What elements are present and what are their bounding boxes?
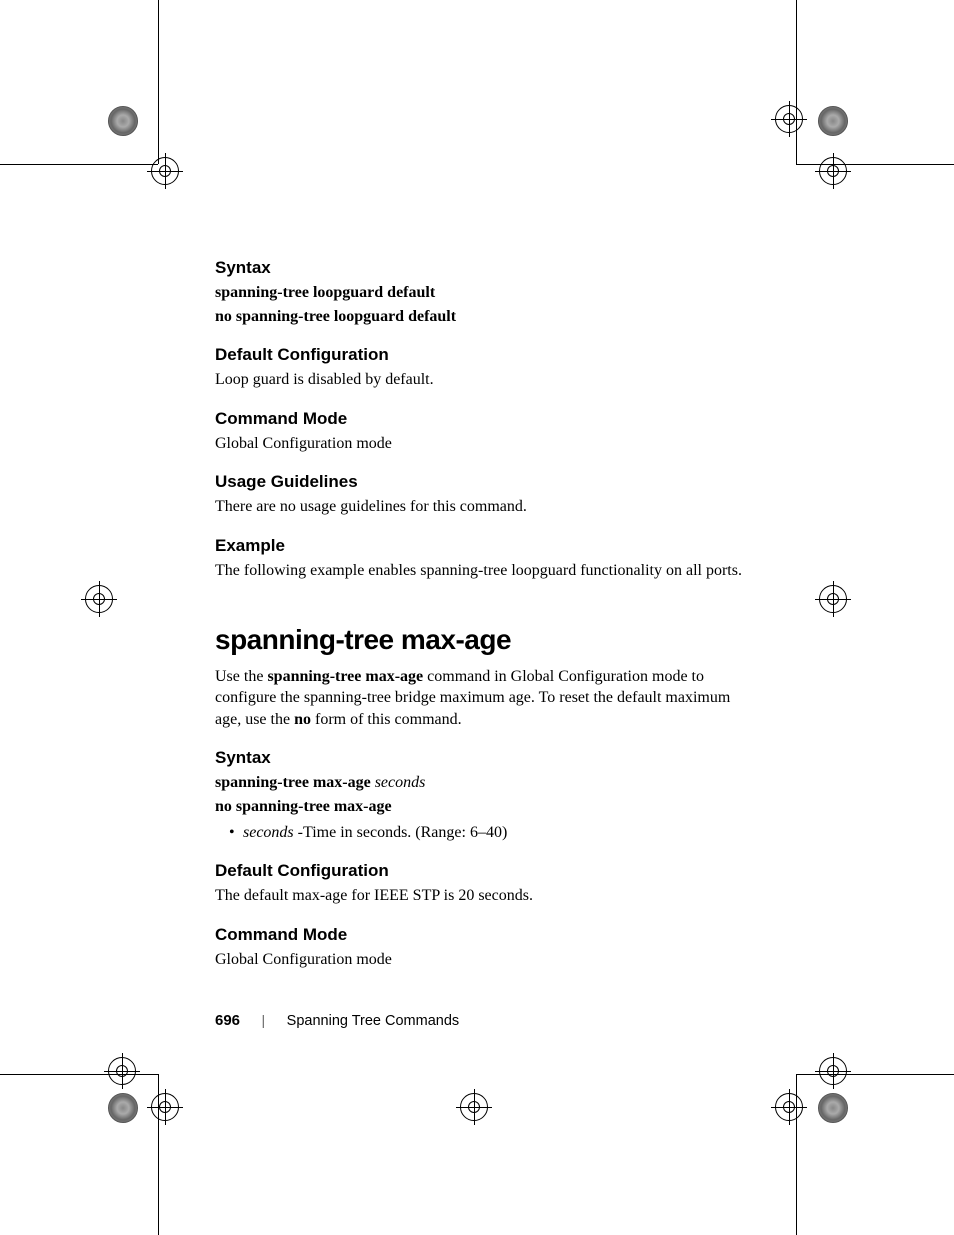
heading-example: Example xyxy=(215,536,745,556)
heading-command-mode: Command Mode xyxy=(215,409,745,429)
text-fragment: Use the xyxy=(215,668,267,685)
body-text: The default max-age for IEEE STP is 20 s… xyxy=(215,885,745,907)
body-text: Loop guard is disabled by default. xyxy=(215,369,745,391)
body-text: Global Configuration mode xyxy=(215,949,745,971)
command-name: spanning-tree max-age xyxy=(267,668,423,685)
syntax-line: no spanning-tree loopguard default xyxy=(215,306,745,328)
footer-section-name: Spanning Tree Commands xyxy=(287,1013,460,1029)
param-seconds: seconds xyxy=(375,774,426,791)
text-fragment: -Time in seconds. (Range: 6–40) xyxy=(298,824,508,841)
param-seconds: seconds xyxy=(243,824,298,841)
body-text: The following example enables spanning-t… xyxy=(215,560,745,582)
page-content: Syntax spanning-tree loopguard default n… xyxy=(215,258,745,972)
heading-syntax: Syntax xyxy=(215,258,745,278)
heading-default-config: Default Configuration xyxy=(215,345,745,365)
section-title: spanning-tree max-age xyxy=(215,624,745,656)
body-text: There are no usage guidelines for this c… xyxy=(215,496,745,518)
body-text: Global Configuration mode xyxy=(215,433,745,455)
bullet-item: seconds -Time in seconds. (Range: 6–40) xyxy=(215,822,745,844)
page-number: 696 xyxy=(215,1012,240,1029)
heading-usage-guidelines: Usage Guidelines xyxy=(215,472,745,492)
command-text: spanning-tree max-age xyxy=(215,774,375,791)
heading-command-mode: Command Mode xyxy=(215,925,745,945)
syntax-line: spanning-tree loopguard default xyxy=(215,282,745,304)
syntax-line: no spanning-tree max-age xyxy=(215,796,745,818)
heading-default-config: Default Configuration xyxy=(215,861,745,881)
heading-syntax: Syntax xyxy=(215,748,745,768)
syntax-line: spanning-tree max-age seconds xyxy=(215,772,745,794)
keyword-no: no xyxy=(294,711,311,728)
page-footer: 696 | Spanning Tree Commands xyxy=(215,1012,459,1030)
text-fragment: form of this command. xyxy=(311,711,462,728)
intro-paragraph: Use the spanning-tree max-age command in… xyxy=(215,666,745,731)
footer-separator: | xyxy=(262,1012,266,1028)
